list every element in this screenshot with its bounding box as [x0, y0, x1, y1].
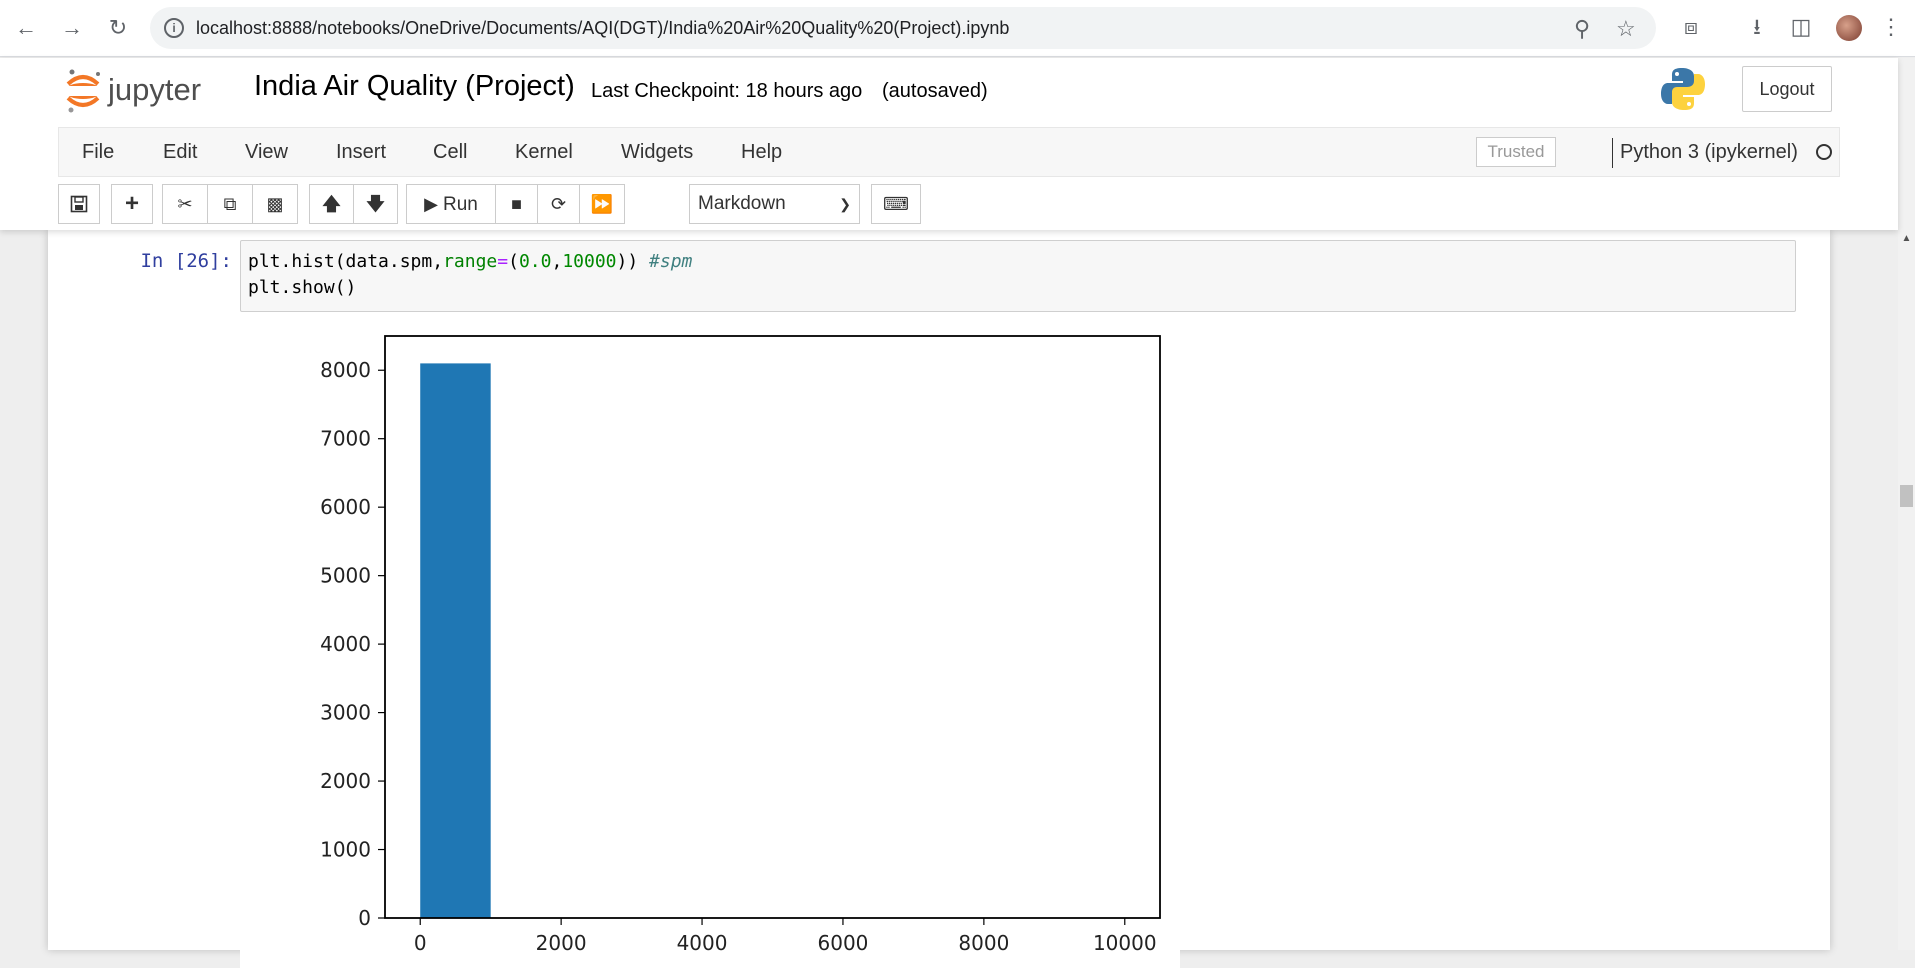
logout-button[interactable]: Logout — [1742, 66, 1832, 112]
x-tick-label: 4000 — [677, 931, 728, 955]
y-tick-label: 8000 — [320, 358, 371, 382]
menu-bar: File Edit View Insert Cell Kernel Widget… — [58, 127, 1840, 177]
page-scrollbar[interactable]: ▲ — [1898, 58, 1915, 950]
plus-icon: + — [124, 190, 139, 217]
kernel-idle-indicator-icon — [1816, 144, 1832, 160]
cut-button[interactable]: ✂ — [162, 184, 208, 224]
y-tick-label: 2000 — [320, 769, 371, 793]
x-tick-label: 8000 — [958, 931, 1009, 955]
paste-icon: ▩ — [266, 194, 284, 214]
scroll-thumb[interactable] — [1900, 485, 1913, 507]
menu-view[interactable]: View — [245, 141, 288, 164]
jupyter-page: jupyter India Air Quality (Project) Last… — [0, 58, 1898, 968]
kernel-separator — [1612, 138, 1613, 168]
trusted-badge[interactable]: Trusted — [1476, 137, 1556, 167]
menu-help[interactable]: Help — [741, 141, 782, 164]
menu-cell[interactable]: Cell — [433, 141, 467, 164]
menu-kernel[interactable]: Kernel — [515, 141, 573, 164]
menu-kebab-icon[interactable]: ⋮ — [1876, 12, 1906, 42]
run-label: Run — [443, 194, 478, 215]
restart-run-all-button[interactable]: ⏩ — [579, 184, 625, 224]
site-info-icon[interactable]: i — [164, 18, 184, 38]
menu-edit[interactable]: Edit — [163, 141, 197, 164]
y-tick-label: 4000 — [320, 632, 371, 656]
move-down-button[interactable]: 🡇 — [353, 184, 398, 224]
keyboard-icon: ⌨ — [883, 194, 909, 214]
histogram-bar — [420, 363, 491, 918]
menu-insert[interactable]: Insert — [336, 141, 386, 164]
logo-text: jupyter — [107, 72, 201, 107]
extensions-icon[interactable]: ⧈ — [1676, 12, 1706, 42]
insert-cell-button[interactable]: + — [111, 184, 153, 224]
download-icon[interactable]: ⭳ — [1742, 12, 1772, 42]
kernel-name[interactable]: Python 3 (ipykernel) — [1620, 141, 1798, 164]
code-cell-input[interactable]: plt.hist(data.spm,range=(0.0,10000)) #sp… — [240, 240, 1796, 312]
side-panel-icon[interactable]: ◫ — [1786, 12, 1816, 42]
y-tick-label: 7000 — [320, 427, 371, 451]
scissors-icon: ✂ — [177, 194, 193, 214]
restart-icon: ⟳ — [550, 194, 567, 214]
y-tick-label: 0 — [358, 906, 371, 930]
y-tick-label: 3000 — [320, 701, 371, 725]
zoom-icon[interactable]: ⚲ — [1574, 16, 1590, 42]
copy-button[interactable]: ⧉ — [207, 184, 253, 224]
restart-button[interactable]: ⟳ — [537, 184, 580, 224]
code-line-2: plt.show() — [248, 277, 357, 298]
run-button[interactable]: ▶ Run — [406, 184, 496, 224]
move-up-button[interactable]: 🡅 — [309, 184, 354, 224]
paste-button[interactable]: ▩ — [252, 184, 298, 224]
profile-avatar[interactable] — [1836, 15, 1862, 41]
x-tick-label: 10000 — [1093, 931, 1157, 955]
autosave-status: (autosaved) — [882, 80, 988, 102]
histogram-plot: 0 1000 2000 3000 4000 5000 6000 7000 8000 0 2000 40… — [240, 328, 1180, 968]
notebook-header: jupyter India Air Quality (Project) Last… — [0, 58, 1898, 230]
stop-icon: ■ — [511, 194, 522, 214]
y-tick-label: 6000 — [320, 495, 371, 519]
x-tick-label: 2000 — [536, 931, 587, 955]
y-tick-label: 5000 — [320, 564, 371, 588]
notebook-title[interactable]: India Air Quality (Project) — [254, 70, 575, 103]
jupyter-logo[interactable]: jupyter — [64, 68, 234, 114]
chevron-down-icon: ❯ — [839, 196, 851, 212]
arrow-down-icon: 🡇 — [366, 194, 385, 214]
plot-background — [240, 328, 1180, 968]
address-bar[interactable]: i localhost:8888/notebooks/OneDrive/Docu… — [150, 7, 1656, 49]
back-icon[interactable]: ← — [12, 14, 40, 42]
cell-prompt: In [26]: — [140, 250, 232, 272]
scroll-up-icon[interactable]: ▲ — [1898, 233, 1915, 247]
arrow-up-icon: 🡅 — [322, 194, 341, 214]
command-palette-button[interactable]: ⌨ — [871, 184, 921, 224]
copy-icon: ⧉ — [223, 194, 237, 214]
interrupt-button[interactable]: ■ — [495, 184, 538, 224]
python-logo-icon — [1661, 68, 1705, 110]
url-text[interactable]: localhost:8888/notebooks/OneDrive/Docume… — [196, 18, 1009, 39]
save-icon — [70, 195, 88, 213]
cell-type-value: Markdown — [698, 193, 786, 214]
save-button[interactable] — [58, 184, 100, 224]
checkpoint-status: Last Checkpoint: 18 hours ago — [591, 80, 863, 102]
browser-toolbar: ← → ↻ i localhost:8888/notebooks/OneDriv… — [0, 0, 1915, 57]
code-line-1: plt.hist(data.spm,range=(0.0,10000)) #sp… — [248, 251, 693, 272]
fast-forward-icon: ⏩ — [590, 194, 614, 214]
x-tick-label: 6000 — [818, 931, 869, 955]
notebook-container: In [26]: plt.hist(data.spm,range=(0.0,10… — [48, 230, 1830, 968]
cell-type-select[interactable]: Markdown ❯ — [689, 184, 860, 224]
menu-file[interactable]: File — [82, 141, 114, 164]
bookmark-star-icon[interactable]: ☆ — [1616, 16, 1636, 42]
y-tick-label: 1000 — [320, 838, 371, 862]
forward-icon[interactable]: → — [58, 14, 86, 42]
play-icon: ▶ — [424, 194, 438, 214]
x-tick-label: 0 — [414, 931, 427, 955]
reload-icon[interactable]: ↻ — [104, 14, 132, 42]
menu-widgets[interactable]: Widgets — [621, 141, 693, 164]
